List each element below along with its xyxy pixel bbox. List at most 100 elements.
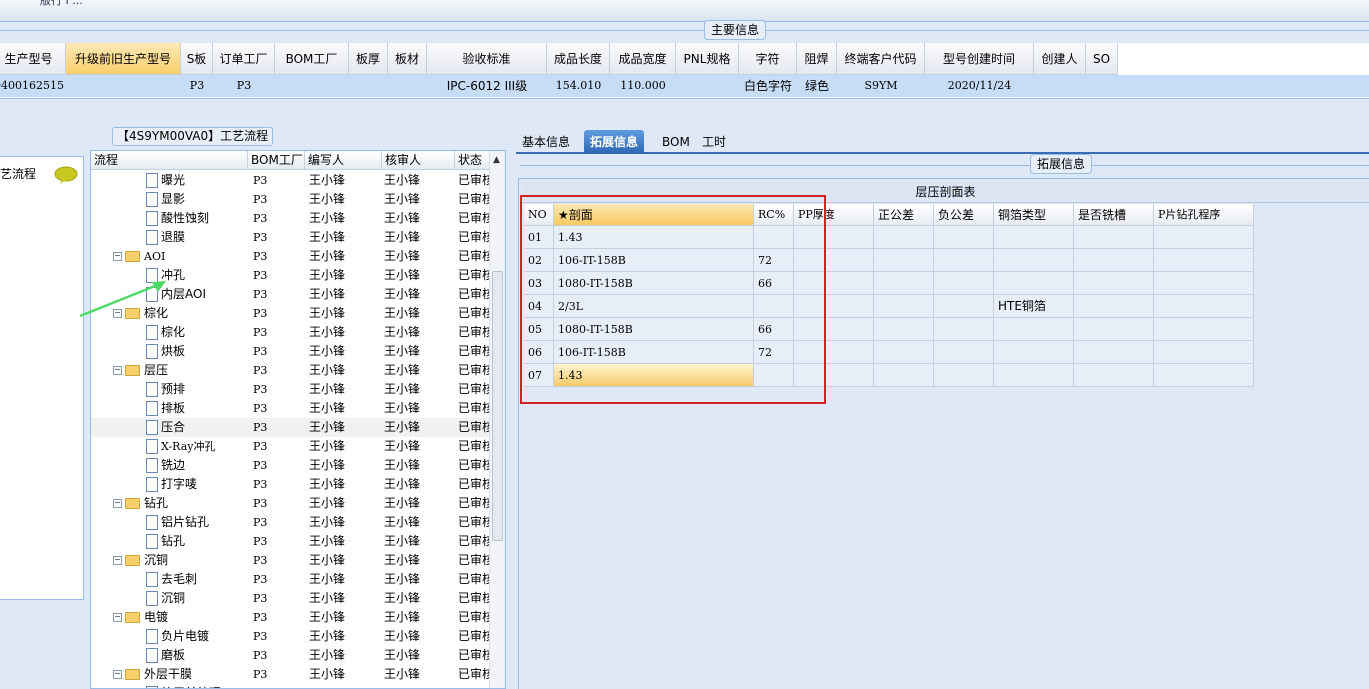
laminate-cell[interactable] bbox=[1154, 295, 1254, 318]
main-header-7[interactable]: 验收标准 bbox=[427, 43, 547, 75]
tab-work-hours[interactable]: 工时 bbox=[696, 130, 732, 154]
tree-row[interactable]: 铣边 P3 王小锋 王小锋 已审核 bbox=[91, 456, 489, 475]
main-header-8[interactable]: 成品长度 bbox=[547, 43, 610, 75]
tree-row[interactable]: − 电镀 P3 王小锋 王小锋 已审核 bbox=[91, 608, 489, 627]
laminate-cell[interactable] bbox=[794, 249, 874, 272]
collapse-toggle-icon[interactable]: − bbox=[113, 670, 122, 679]
laminate-cell[interactable]: 72 bbox=[754, 341, 794, 364]
laminate-cell[interactable] bbox=[1154, 364, 1254, 387]
main-header-15[interactable]: 创建人 bbox=[1034, 43, 1086, 75]
laminate-cell[interactable]: 66 bbox=[754, 318, 794, 341]
main-header-6[interactable]: 板材 bbox=[388, 43, 427, 75]
main-header-10[interactable]: PNL规格 bbox=[676, 43, 739, 75]
collapse-toggle-icon[interactable]: − bbox=[113, 556, 122, 565]
laminate-cell[interactable] bbox=[994, 272, 1074, 295]
laminate-cell[interactable] bbox=[1074, 295, 1154, 318]
laminate-header-0[interactable]: NO bbox=[524, 204, 554, 226]
laminate-cell[interactable] bbox=[1074, 364, 1154, 387]
laminate-cell[interactable]: 03 bbox=[524, 272, 554, 295]
laminate-cell[interactable]: 07 bbox=[524, 364, 554, 387]
laminate-cell[interactable]: 1.43 bbox=[554, 364, 754, 387]
tree-row[interactable]: 冲孔 P3 王小锋 王小锋 已审核 bbox=[91, 266, 489, 285]
laminate-cell[interactable]: 1080-IT-158B bbox=[554, 318, 754, 341]
laminate-cell[interactable] bbox=[754, 226, 794, 249]
tree-row[interactable]: 沉铜 P3 王小锋 王小锋 已审核 bbox=[91, 589, 489, 608]
laminate-cell[interactable]: 04 bbox=[524, 295, 554, 318]
main-header-11[interactable]: 字符 bbox=[739, 43, 797, 75]
main-header-13[interactable]: 终端客户代码 bbox=[837, 43, 925, 75]
main-info-row[interactable]: 0400162515 P3 P3 IPC-6012 III级 154.010 110.00… bbox=[0, 75, 1369, 97]
main-header-5[interactable]: 板厚 bbox=[349, 43, 388, 75]
collapse-toggle-icon[interactable]: − bbox=[113, 252, 122, 261]
laminate-cell[interactable] bbox=[1074, 226, 1154, 249]
main-header-2[interactable]: S板 bbox=[181, 43, 213, 75]
laminate-cell[interactable] bbox=[1074, 272, 1154, 295]
laminate-cell[interactable]: 72 bbox=[754, 249, 794, 272]
laminate-cell[interactable] bbox=[994, 226, 1074, 249]
laminate-row[interactable]: 01 1.43 bbox=[524, 226, 1254, 249]
main-header-12[interactable]: 阻焊 bbox=[797, 43, 837, 75]
laminate-cell[interactable] bbox=[874, 295, 934, 318]
tree-scrollbar[interactable]: ▲ bbox=[489, 151, 505, 688]
laminate-cell[interactable]: 66 bbox=[754, 272, 794, 295]
laminate-cell[interactable] bbox=[994, 249, 1074, 272]
tree-row[interactable]: 内层AOI P3 王小锋 王小锋 已审核 bbox=[91, 285, 489, 304]
laminate-row[interactable]: 05 1080-IT-158B 66 bbox=[524, 318, 1254, 341]
laminate-row[interactable]: 07 1.43 bbox=[524, 364, 1254, 387]
laminate-header-3[interactable]: PP厚度 bbox=[794, 204, 874, 226]
laminate-cell[interactable] bbox=[754, 295, 794, 318]
laminate-cell[interactable]: 106-IT-158B bbox=[554, 249, 754, 272]
laminate-row[interactable]: 02 106-IT-158B 72 bbox=[524, 249, 1254, 272]
laminate-cell[interactable] bbox=[794, 272, 874, 295]
laminate-cell[interactable] bbox=[874, 272, 934, 295]
laminate-cell[interactable] bbox=[874, 249, 934, 272]
laminate-cell[interactable]: HTE铜箔 bbox=[994, 295, 1074, 318]
tree-row[interactable]: 钻孔 P3 王小锋 王小锋 已审核 bbox=[91, 532, 489, 551]
laminate-cell[interactable] bbox=[794, 341, 874, 364]
tree-row[interactable]: 酸性蚀刻 P3 王小锋 王小锋 已审核 bbox=[91, 209, 489, 228]
tree-row[interactable]: 外层前处理 bbox=[91, 684, 489, 688]
laminate-cell[interactable] bbox=[1154, 249, 1254, 272]
tree-row[interactable]: 棕化 P3 王小锋 王小锋 已审核 bbox=[91, 323, 489, 342]
tree-row[interactable]: 预排 P3 王小锋 王小锋 已审核 bbox=[91, 380, 489, 399]
tree-row[interactable]: − 层压 P3 王小锋 王小锋 已审核 bbox=[91, 361, 489, 380]
laminate-cell[interactable] bbox=[874, 364, 934, 387]
laminate-cell[interactable] bbox=[934, 295, 994, 318]
laminate-cell[interactable] bbox=[754, 364, 794, 387]
laminate-cell[interactable]: 02 bbox=[524, 249, 554, 272]
laminate-cell[interactable]: 06 bbox=[524, 341, 554, 364]
main-header-4[interactable]: BOM工厂 bbox=[275, 43, 349, 75]
collapse-toggle-icon[interactable]: − bbox=[113, 613, 122, 622]
laminate-cell[interactable] bbox=[934, 318, 994, 341]
laminate-cell[interactable] bbox=[934, 364, 994, 387]
panel-splitter[interactable] bbox=[508, 128, 516, 689]
main-header-16[interactable]: SO bbox=[1086, 43, 1118, 75]
tree-row[interactable]: − 沉铜 P3 王小锋 王小锋 已审核 bbox=[91, 551, 489, 570]
laminate-cell[interactable] bbox=[1154, 341, 1254, 364]
tree-row[interactable]: 退膜 P3 王小锋 王小锋 已审核 bbox=[91, 228, 489, 247]
tree-row[interactable]: 压合 P3 王小锋 王小锋 已审核 bbox=[91, 418, 489, 437]
laminate-cell[interactable] bbox=[1154, 318, 1254, 341]
main-header-0[interactable]: 生产型号 bbox=[0, 43, 66, 75]
tree-header-1[interactable]: BOM工厂 bbox=[248, 151, 305, 170]
laminate-cell[interactable] bbox=[794, 295, 874, 318]
laminate-cell[interactable]: 1.43 bbox=[554, 226, 754, 249]
laminate-row[interactable]: 04 2/3L HTE铜箔 bbox=[524, 295, 1254, 318]
laminate-cell[interactable]: 106-IT-158B bbox=[554, 341, 754, 364]
laminate-cell[interactable] bbox=[934, 272, 994, 295]
laminate-cell[interactable] bbox=[934, 226, 994, 249]
tree-row[interactable]: 磨板 P3 王小锋 王小锋 已审核 bbox=[91, 646, 489, 665]
tree-row[interactable]: 去毛刺 P3 王小锋 王小锋 已审核 bbox=[91, 570, 489, 589]
laminate-header-1[interactable]: ★剖面 bbox=[554, 204, 754, 226]
laminate-header-4[interactable]: 正公差 bbox=[874, 204, 934, 226]
laminate-cell[interactable] bbox=[934, 249, 994, 272]
tab-bom[interactable]: BOM bbox=[656, 130, 696, 154]
tree-row[interactable]: 打字唛 P3 王小锋 王小锋 已审核 bbox=[91, 475, 489, 494]
laminate-cell[interactable] bbox=[1074, 318, 1154, 341]
laminate-cell[interactable] bbox=[874, 226, 934, 249]
tree-row[interactable]: − 钻孔 P3 王小锋 王小锋 已审核 bbox=[91, 494, 489, 513]
tree-header-4[interactable]: 状态 bbox=[455, 151, 491, 170]
main-header-9[interactable]: 成品宽度 bbox=[610, 43, 676, 75]
laminate-cell[interactable]: 01 bbox=[524, 226, 554, 249]
main-header-3[interactable]: 订单工厂 bbox=[213, 43, 275, 75]
